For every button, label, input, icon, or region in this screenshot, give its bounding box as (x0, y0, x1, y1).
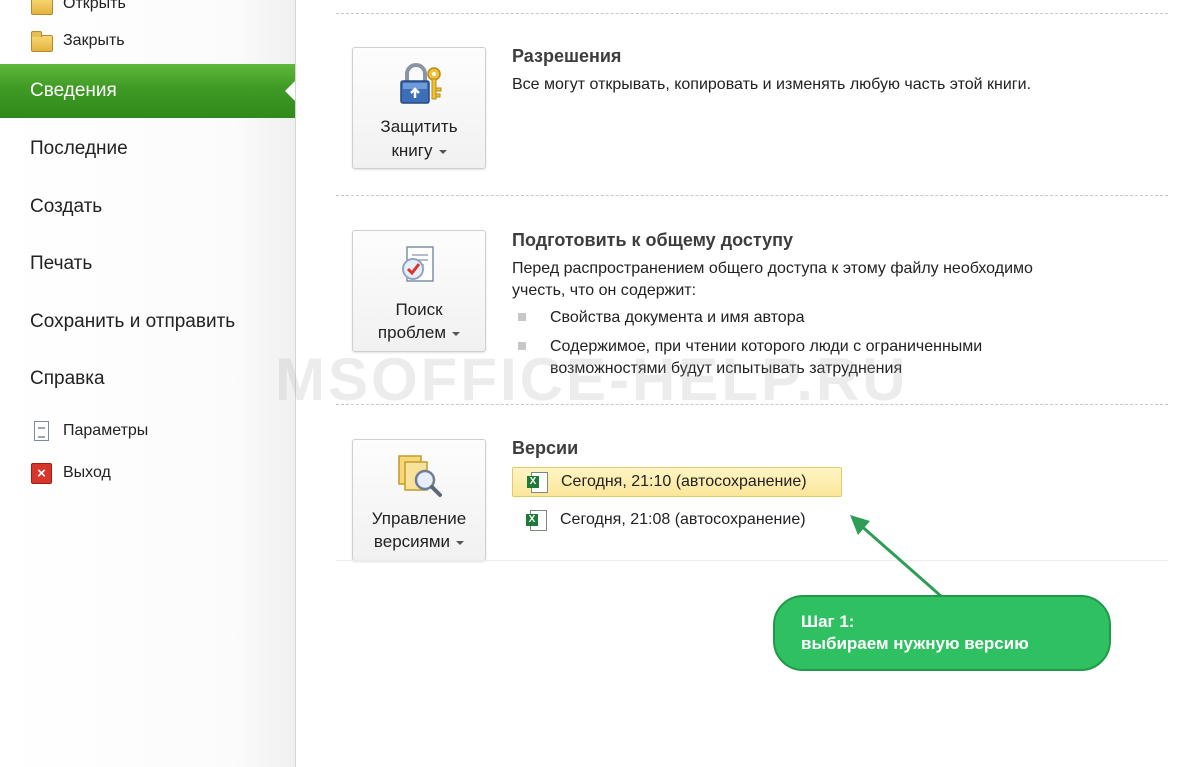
nav-help[interactable]: Справка (0, 353, 295, 405)
check-issues-label-line2: проблем (377, 323, 447, 342)
permissions-title: Разрешения (512, 46, 622, 66)
chevron-down-icon (438, 149, 447, 154)
nav-recent-label: Последние (30, 138, 128, 159)
nav-close[interactable]: Закрыть (30, 29, 125, 53)
nav-info[interactable]: Сведения (0, 64, 295, 118)
nav-options[interactable]: Параметры (30, 419, 148, 443)
nav-new[interactable]: Создать (0, 181, 295, 233)
version-item-label: Сегодня, 21:10 (автосохранение) (561, 473, 807, 490)
protect-button-label: Защитить (353, 116, 485, 138)
protect-workbook-button[interactable]: Защитить книгу (352, 47, 486, 169)
prepare-bullet-1: Свойства документа и имя автора (550, 309, 805, 326)
permissions-text: Все могут открывать, копировать и изменя… (512, 76, 1032, 93)
nav-print[interactable]: Печать (0, 238, 295, 290)
nav-close-label: Закрыть (63, 32, 125, 49)
section-divider (336, 195, 1168, 196)
check-issues-label-2: проблем (353, 322, 485, 344)
prepare-text-2: учесть, что он содержит: (512, 282, 697, 299)
folder-close-icon (30, 30, 53, 52)
exit-icon: × (30, 462, 52, 484)
section-divider (336, 13, 1168, 14)
check-issues-button[interactable]: Поиск проблем (352, 230, 486, 352)
nav-options-label: Параметры (63, 422, 149, 439)
excel-file-icon: X (527, 472, 548, 493)
protect-label-line1: Защитить (380, 117, 458, 136)
excel-file-icon: X (526, 510, 547, 531)
inspect-document-icon (402, 246, 434, 282)
version-item-label: Сегодня, 21:08 (автосохранение) (560, 511, 806, 528)
protect-button-label-2: книгу (353, 140, 485, 162)
watermark-text: MSOFFICE-HELP.RU (275, 346, 909, 413)
bullet-marker (518, 313, 526, 321)
nav-print-label: Печать (30, 253, 93, 274)
nav-new-label: Создать (30, 196, 103, 217)
manage-versions-label-line1: Управление (371, 509, 467, 528)
version-item[interactable]: X Сегодня, 21:08 (автосохранение) (512, 505, 806, 535)
step-callout: Шаг 1: выбираем нужную версию (773, 595, 1111, 671)
nav-save-send-label: Сохранить и отправить (30, 311, 236, 332)
prepare-title: Подготовить к общему доступу (512, 230, 794, 250)
nav-exit-label: Выход (63, 464, 111, 481)
nav-recent[interactable]: Последние (0, 123, 295, 175)
folder-open-icon (30, 0, 53, 15)
check-issues-label-line1: Поиск (395, 300, 443, 319)
callout-line-1: Шаг 1: (801, 612, 855, 631)
chevron-down-icon (456, 540, 465, 545)
nav-help-label: Справка (30, 368, 105, 389)
manage-versions-button[interactable]: Управление версиями (352, 439, 486, 561)
version-item[interactable]: X Сегодня, 21:10 (автосохранение) (512, 467, 842, 497)
manage-versions-label-2: версиями (353, 531, 485, 553)
nav-exit[interactable]: × Выход (30, 461, 111, 485)
check-issues-label: Поиск (353, 299, 485, 321)
callout-line-2: выбираем нужную версию (801, 634, 1029, 653)
nav-open[interactable]: Открыть (30, 0, 126, 16)
backstage-nav: Открыть Закрыть Сведения Последние Созда… (0, 0, 296, 767)
chevron-down-icon (452, 331, 461, 336)
protect-label-line2: книгу (391, 141, 433, 160)
nav-info-label: Сведения (30, 80, 117, 101)
options-document-icon (30, 420, 52, 442)
lock-key-icon (400, 63, 442, 104)
manage-versions-icon (398, 455, 442, 497)
manage-versions-label-line2: версиями (373, 532, 451, 551)
section-divider (336, 560, 1168, 561)
nav-save-send[interactable]: Сохранить и отправить (0, 296, 295, 348)
callout-arrow-icon (850, 515, 943, 599)
nav-open-label: Открыть (63, 0, 126, 12)
versions-title: Версии (512, 438, 579, 458)
prepare-text-1: Перед распространением общего доступа к … (512, 260, 1033, 277)
manage-versions-label: Управление (353, 508, 485, 530)
